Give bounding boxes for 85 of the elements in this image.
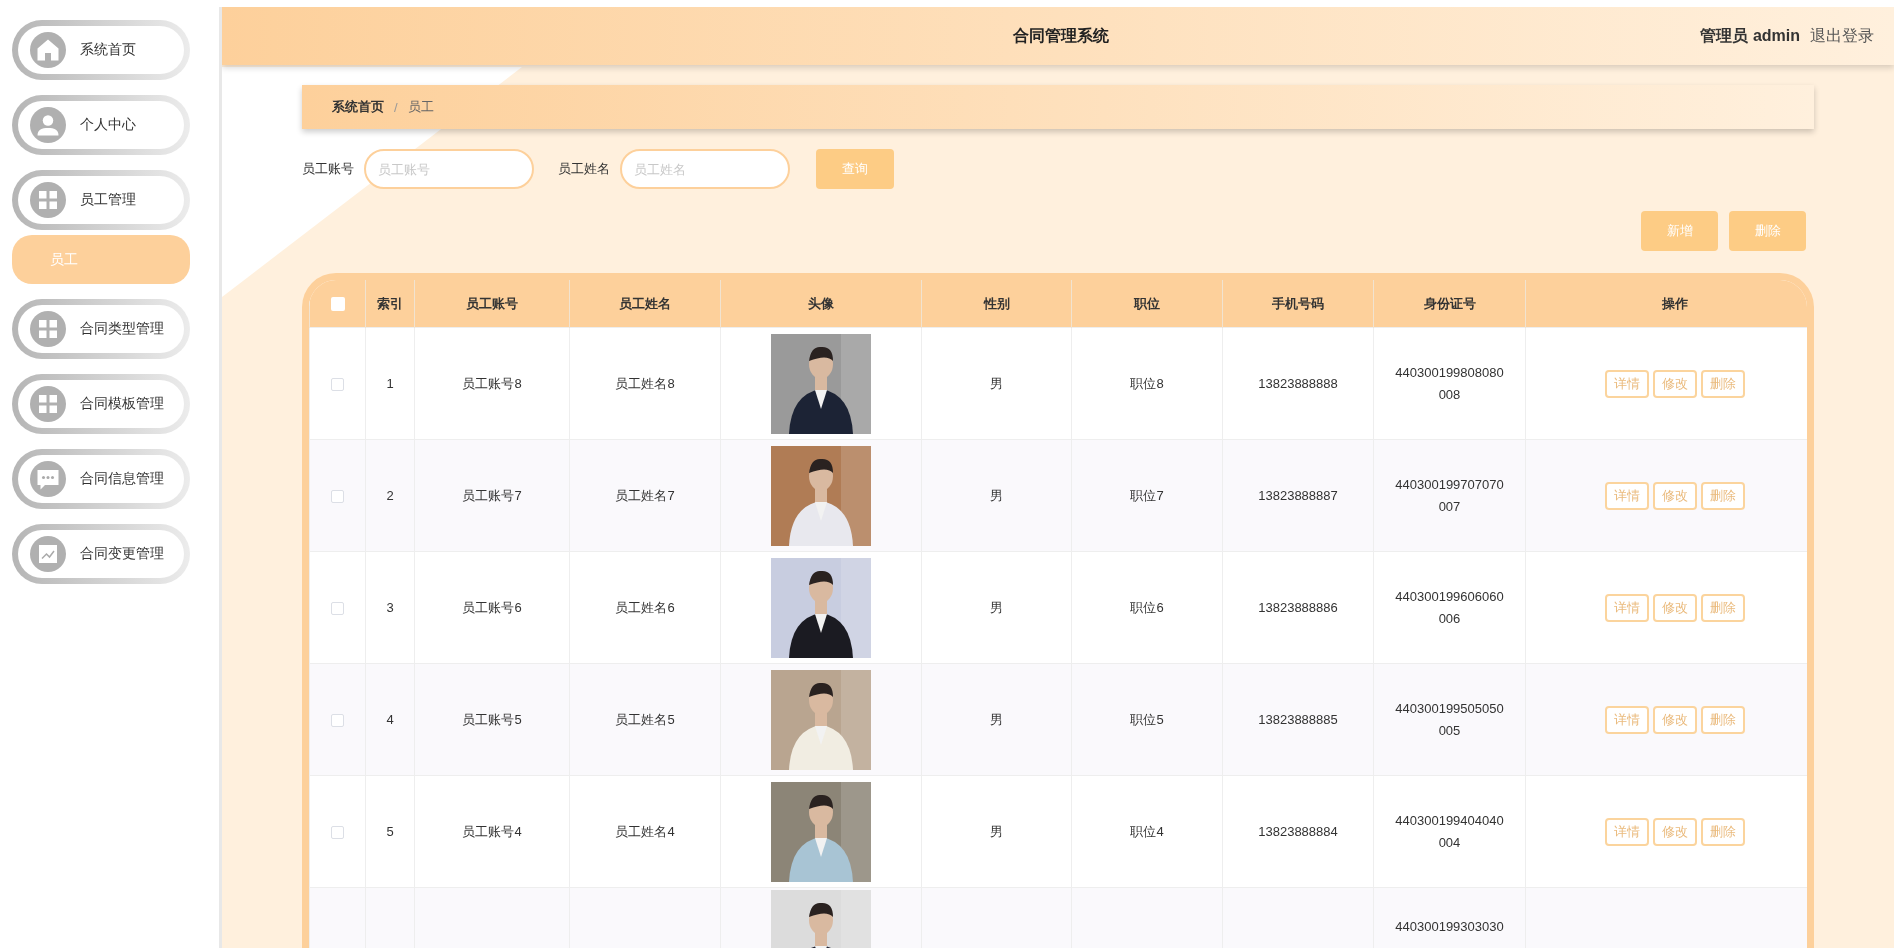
- search-button[interactable]: 查询: [816, 149, 894, 189]
- table-cell: 13823888886: [1258, 600, 1338, 615]
- column-header: 员工姓名: [569, 280, 721, 328]
- table-cell: 男: [990, 823, 1003, 839]
- column-header: 身份证号: [1373, 280, 1526, 328]
- table-cell: 3: [386, 600, 394, 615]
- delete-button[interactable]: 删除: [1701, 481, 1746, 510]
- row-checkbox[interactable]: [331, 378, 344, 392]
- table-cell: 男: [990, 375, 1003, 391]
- details-button[interactable]: 详情: [1605, 369, 1650, 398]
- table-cell-text: 440300199505050005: [1394, 699, 1505, 740]
- table-cell: 2: [386, 488, 394, 503]
- grid-icon: [30, 311, 66, 347]
- grid-icon: [30, 386, 66, 422]
- column-header: 头像: [720, 280, 922, 328]
- delete-button[interactable]: 删除: [1701, 593, 1746, 622]
- user-label: 管理员 admin: [1700, 25, 1800, 46]
- logout-link[interactable]: 退出登录: [1810, 25, 1874, 47]
- table-cell: 男: [990, 487, 1003, 503]
- table-cell: 员工姓名4: [615, 823, 675, 839]
- table-cell: 13823888888: [1258, 376, 1338, 391]
- table-cell: 员工账号5: [462, 711, 522, 727]
- column-header: 性别: [921, 280, 1072, 328]
- column-header: 操作: [1525, 280, 1807, 328]
- table-cell: 4: [386, 712, 394, 727]
- column-header: 手机号码: [1222, 280, 1374, 328]
- row-checkbox[interactable]: [331, 490, 344, 504]
- table-cell: 5: [386, 824, 394, 839]
- table-cell: 1: [386, 376, 394, 391]
- table-cell: 男: [990, 599, 1003, 615]
- table-cell: 13823888885: [1258, 712, 1338, 727]
- details-button[interactable]: 详情: [1605, 593, 1650, 622]
- table-cell-text: 440300199303030: [1394, 918, 1505, 936]
- table-cell: 职位8: [1130, 375, 1164, 391]
- row-checkbox[interactable]: [331, 714, 344, 728]
- table-cell: 员工账号6: [462, 599, 522, 615]
- column-header: 职位: [1071, 280, 1223, 328]
- table-cell: 职位5: [1130, 711, 1164, 727]
- table-cell: 员工账号7: [462, 487, 522, 503]
- table-cell: 13823888887: [1258, 488, 1338, 503]
- edit-button[interactable]: 修改: [1653, 817, 1698, 846]
- table-cell-text: 440300199808080008: [1394, 363, 1505, 404]
- chart-icon: [30, 536, 66, 572]
- user-icon: [30, 107, 66, 143]
- table-cell: 员工姓名7: [615, 487, 675, 503]
- table-cell: 员工账号8: [462, 375, 522, 391]
- add-button[interactable]: 新增: [1641, 211, 1718, 251]
- breadcrumb-item: 员工: [407, 98, 434, 116]
- grid-icon: [30, 182, 66, 218]
- table-cell: 职位4: [1130, 823, 1164, 839]
- table-cell: 男: [990, 711, 1003, 727]
- table-cell: 员工姓名5: [615, 711, 675, 727]
- table-cell-text: 440300199404040004: [1394, 811, 1505, 852]
- chat-icon: [30, 461, 66, 497]
- row-checkbox[interactable]: [331, 826, 344, 840]
- delete-button[interactable]: 删除: [1701, 369, 1746, 398]
- table-cell: 员工姓名8: [615, 375, 675, 391]
- edit-button[interactable]: 修改: [1653, 369, 1698, 398]
- table-cell-text: 440300199606060006: [1394, 587, 1505, 628]
- select-all-checkbox[interactable]: [330, 297, 345, 312]
- column-header: 索引: [365, 280, 415, 328]
- edit-button[interactable]: 修改: [1653, 593, 1698, 622]
- details-button[interactable]: 详情: [1605, 817, 1650, 846]
- app-title: 合同管理系统: [1012, 25, 1111, 46]
- delete-button[interactable]: 删除: [1729, 211, 1806, 251]
- table-cell: 职位7: [1130, 487, 1164, 503]
- field-label: 员工姓名: [558, 160, 610, 178]
- field-label: 员工账号: [302, 160, 354, 178]
- edit-button[interactable]: 修改: [1653, 481, 1698, 510]
- breadcrumb-separator: /: [394, 99, 398, 115]
- table-cell: 职位6: [1130, 599, 1164, 615]
- details-button[interactable]: 详情: [1605, 705, 1650, 734]
- delete-button[interactable]: 删除: [1701, 817, 1746, 846]
- table-cell-text: 440300199707070007: [1394, 475, 1505, 516]
- table-cell: 员工账号4: [462, 823, 522, 839]
- column-header: 员工账号: [414, 280, 570, 328]
- home-icon: [30, 32, 66, 68]
- table-cell: 员工姓名6: [615, 599, 675, 615]
- delete-button[interactable]: 删除: [1701, 705, 1746, 734]
- sidebar-subitem[interactable]: 员工: [12, 235, 190, 284]
- edit-button[interactable]: 修改: [1653, 705, 1698, 734]
- row-checkbox[interactable]: [331, 602, 344, 616]
- table-cell: 13823888884: [1258, 824, 1338, 839]
- details-button[interactable]: 详情: [1605, 481, 1650, 510]
- breadcrumb-item[interactable]: 系统首页: [332, 98, 384, 116]
